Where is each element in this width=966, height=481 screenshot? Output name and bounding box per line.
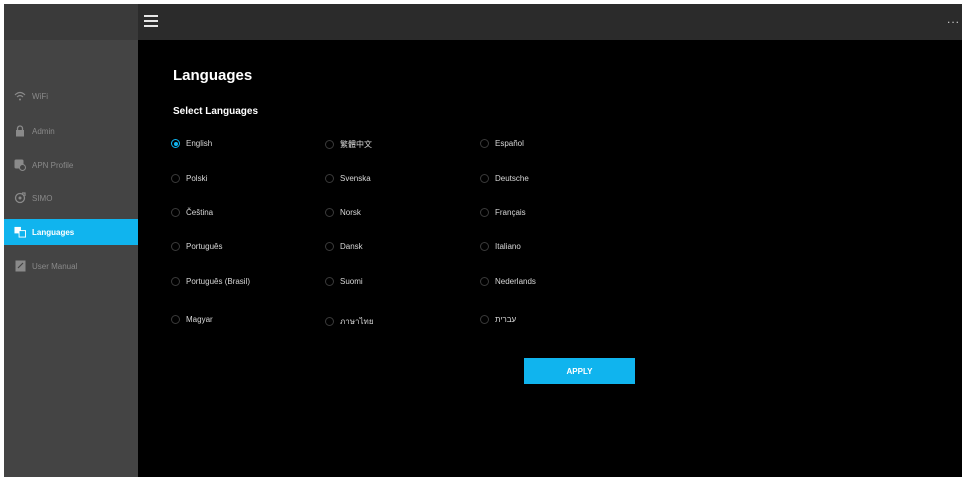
- language-option-finnish[interactable]: Suomi: [325, 277, 363, 286]
- language-option-german[interactable]: Deutsche: [480, 174, 529, 183]
- language-label: Deutsche: [495, 174, 529, 183]
- sidebar-item-wifi[interactable]: WiFi: [4, 83, 138, 109]
- language-label: English: [186, 139, 213, 148]
- sidebar-item-apn-profile[interactable]: APN Profile: [4, 152, 138, 178]
- language-option-danish[interactable]: Dansk: [325, 242, 363, 251]
- radio-selected-icon[interactable]: [171, 139, 180, 148]
- apn-icon: [14, 159, 26, 171]
- sidebar-item-label: WiFi: [32, 91, 48, 101]
- language-label: Suomi: [340, 277, 363, 286]
- radio-icon[interactable]: [171, 242, 180, 251]
- language-label: Norsk: [340, 208, 361, 217]
- language-label: Nederlands: [495, 277, 536, 286]
- radio-icon[interactable]: [325, 140, 334, 149]
- top-bar: ...: [138, 4, 962, 40]
- sidebar-item-label: User Manual: [32, 261, 78, 271]
- language-option-swedish[interactable]: Svenska: [325, 174, 371, 183]
- radio-icon[interactable]: [480, 277, 489, 286]
- hamburger-icon[interactable]: [144, 15, 158, 29]
- sidebar-item-user-manual[interactable]: User Manual: [4, 253, 138, 279]
- radio-icon[interactable]: [480, 174, 489, 183]
- language-label: Português: [186, 242, 223, 251]
- language-option-polish[interactable]: Polski: [171, 174, 207, 183]
- language-label: Čeština: [186, 208, 214, 217]
- sidebar-item-label: APN Profile: [32, 160, 74, 170]
- language-option-dutch[interactable]: Nederlands: [480, 277, 536, 286]
- language-label: Svenska: [340, 174, 371, 183]
- language-label: עברית: [495, 315, 517, 324]
- main-content: Languages Select Languages English 繁體中文 …: [138, 40, 962, 477]
- language-option-hebrew[interactable]: עברית: [480, 315, 516, 324]
- lock-icon: [14, 125, 26, 137]
- radio-icon[interactable]: [325, 208, 334, 217]
- language-label: 繁體中文: [340, 140, 372, 149]
- language-label: Português (Brasil): [186, 277, 251, 286]
- manual-icon: [14, 260, 26, 272]
- language-label: Dansk: [340, 242, 363, 251]
- language-option-thai[interactable]: ภาษาไทย: [325, 315, 374, 328]
- language-option-traditional-chinese[interactable]: 繁體中文: [325, 139, 372, 150]
- app-window: ... WiFi Admin APN Profile SIMO Language…: [4, 4, 962, 477]
- language-label: Français: [495, 208, 526, 217]
- sidebar-item-admin[interactable]: Admin: [4, 118, 138, 144]
- language-label: Italiano: [495, 242, 521, 251]
- sidebar-item-label: SIMO: [32, 193, 53, 203]
- language-label: Español: [495, 139, 524, 148]
- radio-icon[interactable]: [480, 208, 489, 217]
- wifi-icon: [14, 90, 26, 102]
- radio-icon[interactable]: [171, 174, 180, 183]
- language-option-norwegian[interactable]: Norsk: [325, 208, 361, 217]
- radio-icon[interactable]: [325, 242, 334, 251]
- radio-icon[interactable]: [171, 208, 180, 217]
- sidebar-item-languages[interactable]: Languages: [4, 219, 138, 245]
- radio-icon[interactable]: [325, 277, 334, 286]
- section-title: Select Languages: [173, 106, 259, 117]
- sidebar-item-simo[interactable]: SIMO: [4, 185, 138, 211]
- language-option-english[interactable]: English: [171, 139, 212, 148]
- language-label: Magyar: [186, 315, 213, 324]
- sim-icon: [14, 192, 26, 204]
- more-options-icon[interactable]: ...: [947, 12, 960, 26]
- sidebar: WiFi Admin APN Profile SIMO Languages Us…: [4, 40, 138, 477]
- radio-icon[interactable]: [480, 139, 489, 148]
- language-option-italian[interactable]: Italiano: [480, 242, 521, 251]
- language-option-hungarian[interactable]: Magyar: [171, 315, 213, 324]
- page-title: Languages: [173, 67, 253, 84]
- sidebar-item-label: Languages: [32, 227, 75, 237]
- radio-icon[interactable]: [325, 317, 334, 326]
- language-option-spanish[interactable]: Español: [480, 139, 524, 148]
- radio-icon[interactable]: [480, 315, 489, 324]
- logo-area: [4, 4, 138, 40]
- language-label: ภาษาไทย: [340, 317, 374, 326]
- apply-button[interactable]: APPLY: [524, 358, 635, 384]
- language-option-portuguese-brazil[interactable]: Português (Brasil): [171, 277, 250, 286]
- language-option-czech[interactable]: Čeština: [171, 208, 213, 217]
- radio-icon[interactable]: [325, 174, 334, 183]
- radio-icon[interactable]: [171, 277, 180, 286]
- radio-icon[interactable]: [480, 242, 489, 251]
- language-label: Polski: [186, 174, 208, 183]
- radio-icon[interactable]: [171, 315, 180, 324]
- sidebar-item-label: Admin: [32, 126, 55, 136]
- languages-icon: [14, 226, 26, 238]
- language-option-portuguese[interactable]: Português: [171, 242, 222, 251]
- language-option-french[interactable]: Français: [480, 208, 526, 217]
